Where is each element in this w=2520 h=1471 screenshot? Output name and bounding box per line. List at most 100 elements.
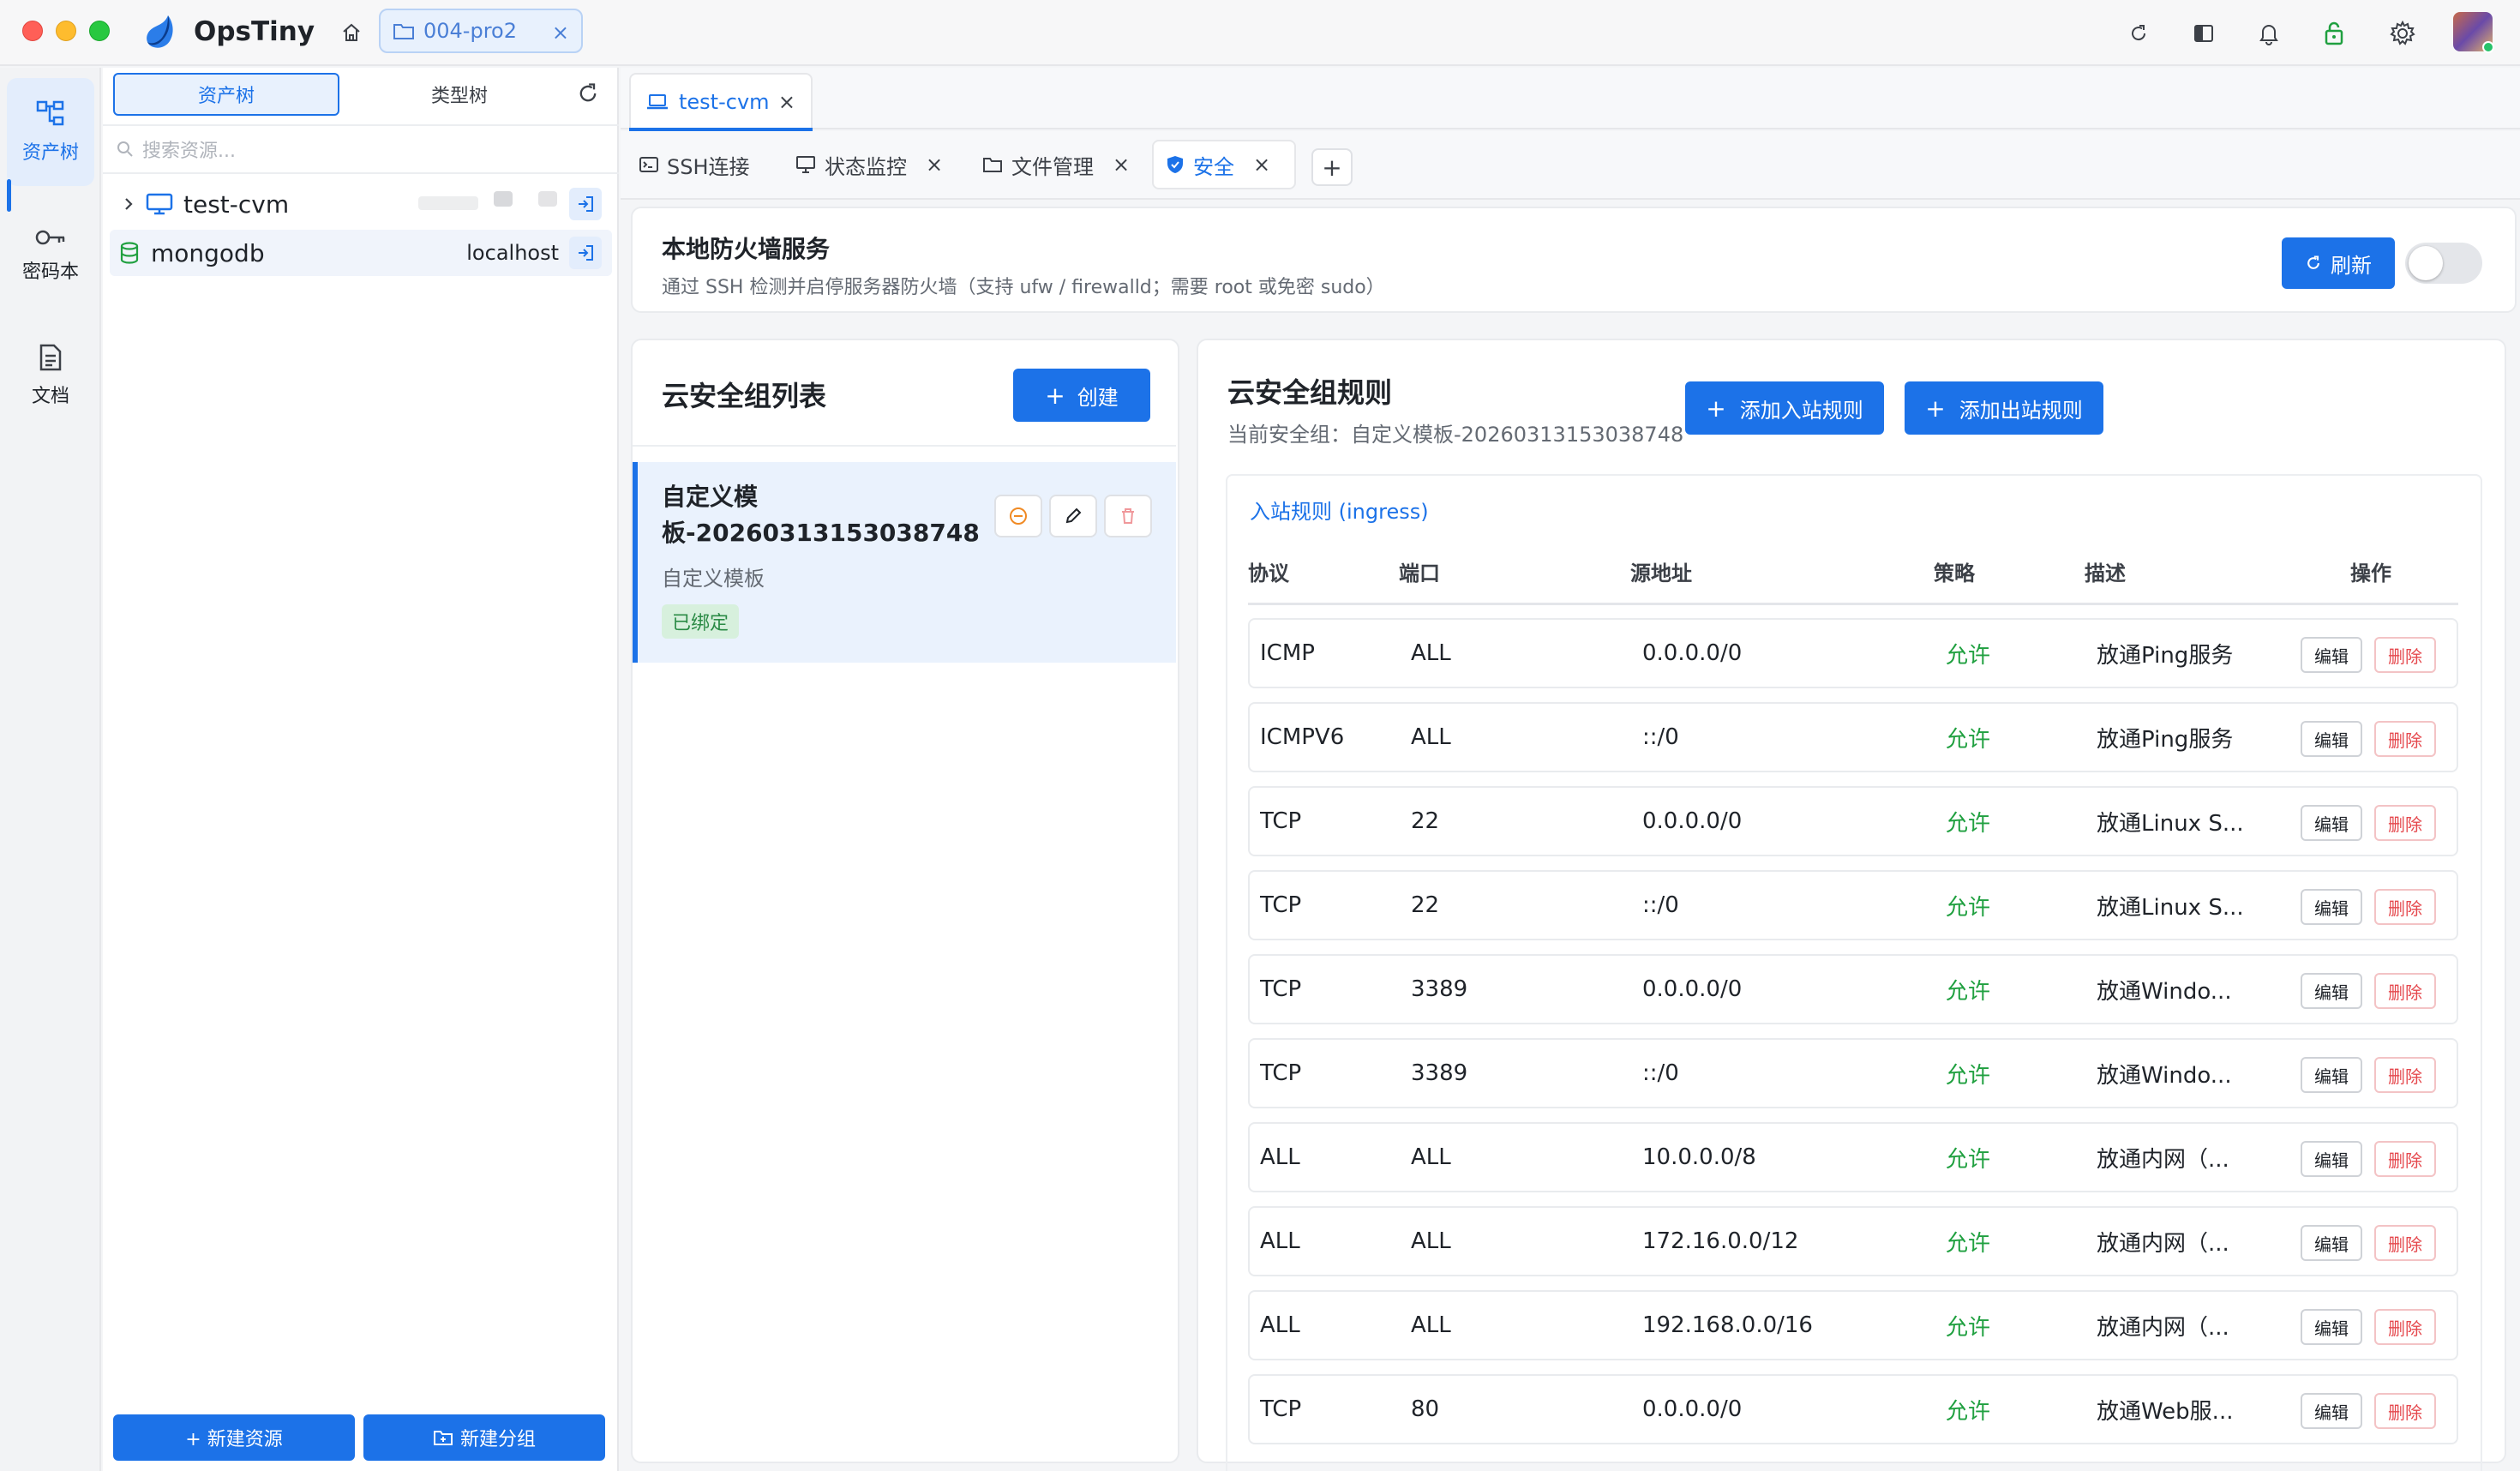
delete-rule-button[interactable]: 删除 bbox=[2374, 721, 2436, 757]
edit-rule-button[interactable]: 编辑 bbox=[2301, 1309, 2362, 1345]
connect-button[interactable] bbox=[569, 237, 602, 269]
chevron-right-icon[interactable] bbox=[120, 195, 137, 213]
minimize-window-button[interactable] bbox=[56, 21, 76, 41]
edit-rule-button[interactable]: 编辑 bbox=[2301, 889, 2362, 925]
refresh-icon[interactable] bbox=[576, 81, 603, 109]
cell-port: 3389 bbox=[1411, 1060, 1468, 1086]
folder-icon bbox=[983, 158, 1002, 172]
delete-sg-button[interactable] bbox=[1104, 495, 1152, 537]
table-row: ICMPV6 ALL::/0 允许 放通Ping服务 编辑 删除 bbox=[1248, 702, 2458, 772]
rail-item-docs[interactable]: 文档 bbox=[7, 321, 94, 429]
edit-rule-button[interactable]: 编辑 bbox=[2301, 721, 2362, 757]
terminal-icon bbox=[639, 157, 658, 172]
unbind-button[interactable] bbox=[994, 495, 1042, 537]
delete-rule-button[interactable]: 删除 bbox=[2374, 1057, 2436, 1093]
home-button[interactable] bbox=[334, 17, 369, 48]
edit-rule-button[interactable]: 编辑 bbox=[2301, 805, 2362, 841]
new-group-button[interactable]: 新建分组 bbox=[363, 1414, 605, 1461]
edit-rule-button[interactable]: 编辑 bbox=[2301, 1393, 2362, 1429]
delete-rule-button[interactable]: 删除 bbox=[2374, 805, 2436, 841]
rail-item-asset-tree[interactable]: 资产树 bbox=[7, 78, 94, 186]
edit-rule-button[interactable]: 编辑 bbox=[2301, 637, 2362, 673]
delete-rule-button[interactable]: 删除 bbox=[2374, 1225, 2436, 1261]
firewall-refresh-button[interactable]: 刷新 bbox=[2282, 237, 2395, 289]
delete-rule-button[interactable]: 删除 bbox=[2374, 889, 2436, 925]
pencil-icon bbox=[1065, 507, 1082, 524]
rail-label: 密码本 bbox=[21, 261, 79, 283]
lock-icon[interactable] bbox=[2316, 15, 2352, 51]
close-icon[interactable]: × bbox=[926, 153, 943, 177]
tab-files[interactable]: 文件管理 × bbox=[970, 140, 1130, 189]
segment-asset-tree[interactable]: 资产树 bbox=[113, 73, 339, 116]
column-header: 端口 bbox=[1399, 561, 1440, 585]
segment-type-tree[interactable]: 类型树 bbox=[346, 73, 573, 116]
add-egress-rule-button[interactable]: + 添加出站规则 bbox=[1905, 381, 2103, 435]
list-item[interactable]: 自定义模板-20260313153038748 自定义模板 已绑定 bbox=[633, 462, 1176, 663]
column-header: 策略 bbox=[1934, 561, 1975, 585]
close-window-button[interactable] bbox=[22, 21, 43, 41]
sg-desc: 自定义模板 bbox=[662, 567, 765, 591]
trash-icon bbox=[1122, 508, 1134, 524]
workspace-tab[interactable]: 004-pro2 × bbox=[379, 9, 583, 53]
new-resource-button[interactable]: + 新建资源 bbox=[113, 1414, 355, 1461]
cell-protocol: ALL bbox=[1260, 1228, 1300, 1254]
security-group-rules-card: 云安全组规则 当前安全组：自定义模板-20260313153038748 入站规… bbox=[1197, 339, 2506, 1471]
tree-node-test-cvm[interactable]: test-cvm bbox=[110, 181, 612, 227]
maximize-window-button[interactable] bbox=[89, 21, 110, 41]
rules-title: 云安全组规则 bbox=[1227, 376, 1393, 409]
close-icon[interactable]: × bbox=[1253, 153, 1270, 177]
tab-security[interactable]: 安全 × bbox=[1152, 140, 1296, 189]
close-icon[interactable]: × bbox=[778, 90, 795, 114]
bell-icon[interactable] bbox=[2251, 15, 2287, 51]
delete-rule-button[interactable]: 删除 bbox=[2374, 1309, 2436, 1345]
rail-item-password-book[interactable]: 密码本 bbox=[7, 201, 94, 309]
cell-port: 22 bbox=[1411, 808, 1440, 834]
tab-monitor[interactable]: 状态监控 × bbox=[783, 140, 943, 189]
gear-icon[interactable] bbox=[2385, 15, 2421, 51]
sidebar-toggle-icon[interactable] bbox=[2186, 15, 2222, 51]
edit-rule-button[interactable]: 编辑 bbox=[2301, 1141, 2362, 1177]
connect-button[interactable] bbox=[569, 188, 602, 220]
reload-icon[interactable] bbox=[2121, 15, 2157, 51]
cell-source: 192.168.0.0/16 bbox=[1642, 1312, 1813, 1338]
create-label: 创建 bbox=[1077, 385, 1119, 410]
resource-search-input[interactable]: 搜索资源... bbox=[103, 124, 619, 174]
add-ingress-rule-button[interactable]: + 添加入站规则 bbox=[1685, 381, 1884, 435]
close-icon[interactable]: × bbox=[552, 21, 569, 45]
shield-icon bbox=[1167, 156, 1183, 173]
search-placeholder: 搜索资源... bbox=[142, 141, 236, 162]
close-icon[interactable]: × bbox=[1113, 153, 1130, 177]
cell-source: ::/0 bbox=[1642, 1060, 1679, 1086]
table-row: ALL ALL 10.0.0.0/8 允许 放通内网（... 编辑 删除 bbox=[1248, 1122, 2458, 1192]
tree-node-name: test-cvm bbox=[183, 189, 290, 219]
delete-rule-button[interactable]: 删除 bbox=[2374, 1393, 2436, 1429]
cell-protocol: TCP bbox=[1260, 976, 1302, 1002]
edit-sg-button[interactable] bbox=[1049, 495, 1097, 537]
edit-rule-button[interactable]: 编辑 bbox=[2301, 973, 2362, 1009]
nav-rail: 资产树 密码本 文档 bbox=[0, 68, 101, 1471]
plus-icon: + bbox=[1045, 381, 1065, 410]
tab-ssh[interactable]: SSH连接 bbox=[627, 140, 750, 189]
database-icon bbox=[120, 242, 139, 264]
firewall-subtitle: 通过 SSH 检测并启停服务器防火墙（支持 ufw / firewalld；需要… bbox=[662, 277, 1385, 298]
firewall-toggle[interactable] bbox=[2405, 243, 2482, 284]
edit-rule-button[interactable]: 编辑 bbox=[2301, 1057, 2362, 1093]
delete-rule-button[interactable]: 删除 bbox=[2374, 973, 2436, 1009]
home-icon bbox=[343, 23, 360, 41]
session-tab-test-cvm[interactable]: test-cvm × bbox=[629, 73, 813, 129]
cell-port: ALL bbox=[1411, 1144, 1451, 1170]
edit-rule-button[interactable]: 编辑 bbox=[2301, 1225, 2362, 1261]
cell-port: ALL bbox=[1411, 724, 1451, 750]
session-tab-label: test-cvm bbox=[679, 90, 770, 114]
rail-label: 资产树 bbox=[21, 142, 79, 164]
table-row: ALL ALL 172.16.0.0/12 允许 放通内网（... 编辑 删除 bbox=[1248, 1206, 2458, 1276]
title-bar: OpsTiny 004-pro2 × bbox=[0, 0, 2520, 66]
app-logo-icon bbox=[142, 14, 178, 51]
delete-rule-button[interactable]: 删除 bbox=[2374, 637, 2436, 673]
cell-protocol: ICMP bbox=[1260, 640, 1315, 666]
cell-policy: 允许 bbox=[1946, 1230, 1991, 1257]
delete-rule-button[interactable]: 删除 bbox=[2374, 1141, 2436, 1177]
add-tab-button[interactable]: + bbox=[1311, 148, 1353, 186]
tree-node-mongodb[interactable]: mongodb localhost bbox=[110, 230, 612, 276]
create-sg-button[interactable]: + 创建 bbox=[1013, 369, 1150, 422]
